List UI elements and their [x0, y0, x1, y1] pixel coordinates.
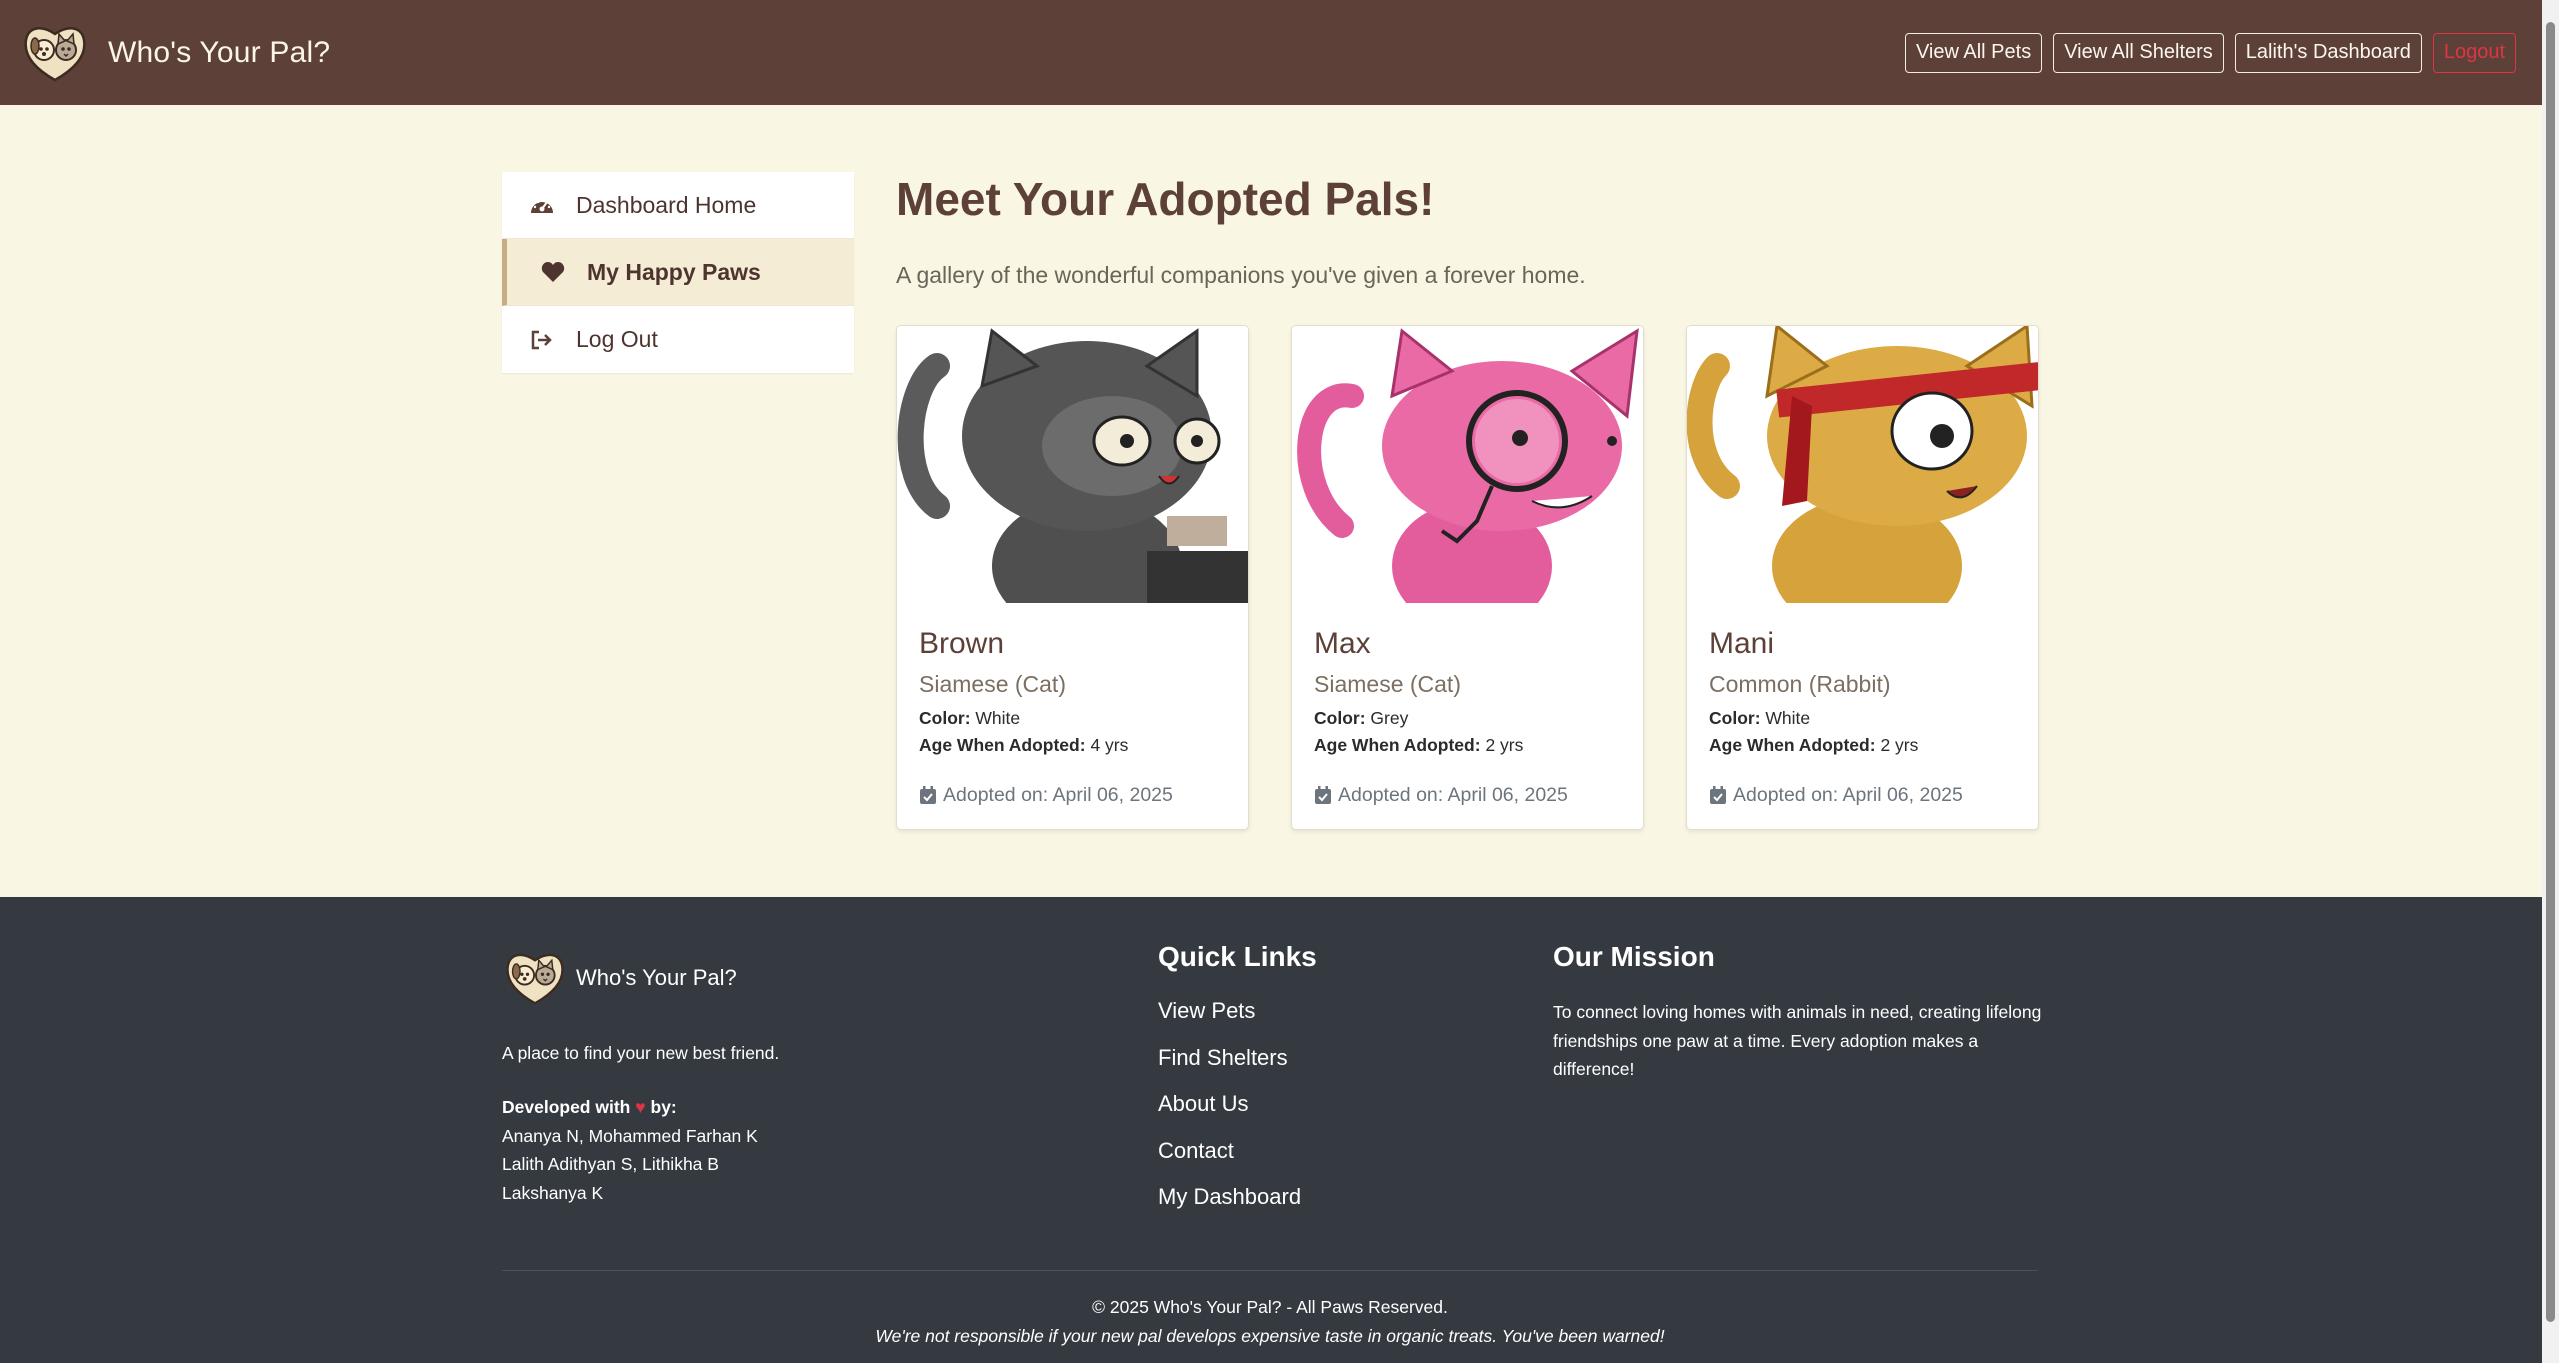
- sidebar-item-label: Log Out: [576, 326, 658, 352]
- adopted-date: Adopted on: April 06, 2025: [1314, 784, 1621, 807]
- calendar-check-icon: [1710, 786, 1726, 804]
- developed-prefix: Developed with: [502, 1097, 631, 1117]
- sidebar-item-label: Dashboard Home: [576, 191, 757, 218]
- page-title: Meet Your Adopted Pals!: [896, 173, 1435, 225]
- pet-age: 2 yrs: [1880, 735, 1919, 755]
- scrollbar-thumb[interactable]: [2546, 22, 2555, 1322]
- sidebar-item-label: My Happy Paws: [587, 258, 761, 285]
- pet-age-row: Age When Adopted: 2 yrs: [1709, 735, 2016, 756]
- adopted-date-text: Adopted on: April 06, 2025: [943, 784, 1173, 806]
- developed-suffix: by:: [650, 1097, 677, 1117]
- sign-out-icon: [528, 328, 556, 352]
- sidebar-item-dashboard-home[interactable]: Dashboard Home: [502, 172, 854, 239]
- pet-logo-icon: [24, 26, 86, 81]
- quick-links-list: View Pets Find Shelters About Us Contact…: [1158, 998, 1301, 1231]
- page-scrollbar[interactable]: [2542, 0, 2559, 1363]
- footer-brand-title: Who's Your Pal?: [576, 965, 737, 990]
- top-navbar: Who's Your Pal? View All Pets View All S…: [0, 0, 2542, 105]
- footer-link-find-shelters[interactable]: Find Shelters: [1158, 1045, 1301, 1092]
- color-label: Color:: [919, 708, 971, 728]
- sidebar-item-my-happy-paws[interactable]: My Happy Paws: [502, 239, 854, 306]
- footer-link-my-dashboard[interactable]: My Dashboard: [1158, 1184, 1301, 1231]
- pet-name: Mani: [1709, 627, 1775, 660]
- footer-link-about-us[interactable]: About Us: [1158, 1091, 1301, 1138]
- adopted-date: Adopted on: April 06, 2025: [1709, 784, 2016, 807]
- pet-image-pink-cat: [1292, 326, 1643, 603]
- brand-link[interactable]: Who's Your Pal?: [22, 22, 330, 84]
- pet-color-row: Color: White: [1709, 708, 2016, 729]
- view-all-pets-button[interactable]: View All Pets: [1904, 32, 2043, 73]
- developer-names: Ananya N, Mohammed Farhan K: [502, 1125, 758, 1146]
- pet-breed: Siamese (Cat): [1314, 671, 1461, 697]
- pet-card[interactable]: Max Siamese (Cat) Color: Grey Age When A…: [1291, 325, 1644, 830]
- age-label: Age When Adopted:: [1314, 735, 1481, 755]
- adopted-date-text: Adopted on: April 06, 2025: [1338, 784, 1568, 806]
- footer-developers: Developed with ♥ by: Ananya N, Mohammed …: [502, 1093, 758, 1207]
- footer-link-view-pets[interactable]: View Pets: [1158, 998, 1301, 1045]
- dashboard-sidebar: Dashboard Home My Happy Paws Log Out: [502, 172, 854, 373]
- adopted-pets-gallery: Brown Siamese (Cat) Color: White Age Whe…: [896, 325, 2039, 830]
- view-all-shelters-button[interactable]: View All Shelters: [2053, 32, 2224, 73]
- pet-age: 4 yrs: [1090, 735, 1129, 755]
- age-label: Age When Adopted:: [1709, 735, 1876, 755]
- pet-age: 2 yrs: [1485, 735, 1524, 755]
- dashboard-icon: [528, 193, 556, 217]
- developer-names: Lakshanya K: [502, 1182, 604, 1203]
- site-footer: Who's Your Pal? A place to find your new…: [0, 897, 2542, 1363]
- pet-age-row: Age When Adopted: 4 yrs: [919, 735, 1226, 756]
- pet-name: Max: [1314, 627, 1371, 660]
- footer-divider: [502, 1270, 2038, 1271]
- mission-text: To connect loving homes with animals in …: [1553, 1002, 2042, 1079]
- pet-age-row: Age When Adopted: 2 yrs: [1314, 735, 1621, 756]
- pet-image-orange-cat: [1687, 326, 2038, 603]
- age-label: Age When Adopted:: [919, 735, 1086, 755]
- developed-by-heading: Developed with ♥ by:: [502, 1093, 758, 1122]
- pet-logo-icon: [506, 953, 564, 1005]
- nav-buttons: View All Pets View All Shelters Lalith's…: [1904, 32, 2516, 73]
- pet-card[interactable]: Mani Common (Rabbit) Color: White Age Wh…: [1686, 325, 2039, 830]
- pet-card[interactable]: Brown Siamese (Cat) Color: White Age Whe…: [896, 325, 1249, 830]
- calendar-check-icon: [920, 786, 936, 804]
- pet-color-row: Color: Grey: [1314, 708, 1621, 729]
- user-dashboard-button[interactable]: Lalith's Dashboard: [2234, 32, 2422, 73]
- calendar-check-icon: [1315, 786, 1331, 804]
- footer-brand[interactable]: Who's Your Pal?: [502, 949, 737, 1007]
- brand-title: Who's Your Pal?: [108, 35, 331, 69]
- adopted-date: Adopted on: April 06, 2025: [919, 784, 1226, 807]
- quick-links-title: Quick Links: [1158, 941, 1317, 972]
- footer-disclaimer: We're not responsible if your new pal de…: [875, 1326, 1665, 1346]
- adopted-date-text: Adopted on: April 06, 2025: [1733, 784, 1963, 806]
- pet-name: Brown: [919, 627, 1005, 660]
- sidebar-item-log-out[interactable]: Log Out: [502, 306, 854, 373]
- pet-color: White: [975, 708, 1021, 728]
- mission-title: Our Mission: [1553, 941, 1715, 972]
- pet-color: Grey: [1370, 708, 1409, 728]
- page-subtitle: A gallery of the wonderful companions yo…: [896, 262, 1586, 288]
- heart-icon: [539, 260, 567, 284]
- color-label: Color:: [1709, 708, 1761, 728]
- logout-button[interactable]: Logout: [2432, 32, 2516, 73]
- color-label: Color:: [1314, 708, 1366, 728]
- developer-names: Lalith Adithyan S, Lithikha B: [502, 1154, 719, 1174]
- footer-tagline: A place to find your new best friend.: [502, 1043, 780, 1063]
- pet-color-row: Color: White: [919, 708, 1226, 729]
- footer-link-contact[interactable]: Contact: [1158, 1138, 1301, 1185]
- heart-icon: ♥: [635, 1097, 646, 1117]
- pet-breed: Siamese (Cat): [919, 671, 1066, 697]
- copyright-text: © 2025 Who's Your Pal? - All Paws Reserv…: [1092, 1297, 1448, 1317]
- pet-color: White: [1765, 708, 1811, 728]
- pet-breed: Common (Rabbit): [1709, 671, 1891, 697]
- pet-image-grey-cat: [897, 326, 1248, 603]
